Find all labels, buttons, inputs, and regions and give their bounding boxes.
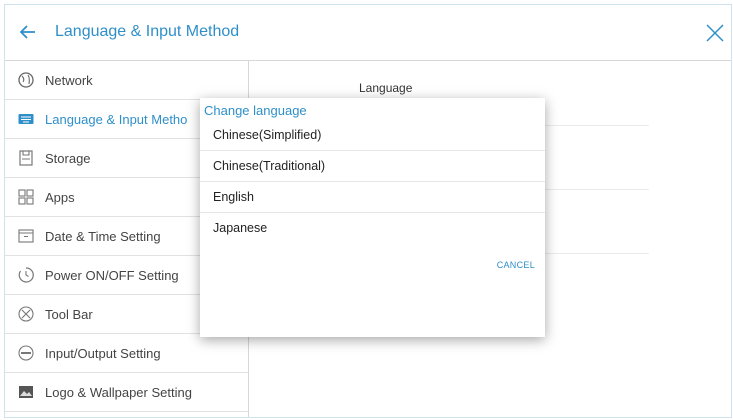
- sidebar-item-logo-wallpaper[interactable]: Logo & Wallpaper Setting: [5, 373, 248, 412]
- page-title: Language & Input Method: [55, 23, 240, 40]
- language-option-chinese-traditional[interactable]: Chinese(Traditional): [200, 151, 545, 182]
- sidebar-item-label: Language & Input Metho: [45, 112, 188, 127]
- apps-grid-icon: [18, 189, 34, 205]
- power-timer-icon: [18, 267, 34, 283]
- language-option-chinese-simplified[interactable]: Chinese(Simplified): [200, 120, 545, 151]
- dialog-title: Change language: [204, 103, 307, 118]
- storage-icon: [19, 150, 33, 166]
- option-label: Chinese(Simplified): [213, 128, 322, 142]
- language-option-japanese[interactable]: Japanese: [200, 213, 545, 244]
- back-arrow-icon[interactable]: [17, 21, 39, 43]
- sidebar-item-label: Tool Bar: [45, 307, 93, 322]
- image-icon: [19, 386, 33, 398]
- sidebar-item-label: Apps: [45, 190, 75, 205]
- toolbar-icon: [18, 306, 34, 322]
- close-icon[interactable]: [703, 21, 727, 45]
- change-language-dialog: Change language Chinese(Simplified) Chin…: [200, 98, 545, 337]
- option-label: English: [213, 190, 254, 204]
- calendar-icon: [18, 229, 34, 243]
- sidebar-item-label: Logo & Wallpaper Setting: [45, 385, 192, 400]
- sidebar-item-network[interactable]: Network: [5, 61, 248, 100]
- header-bar: Language & Input Method: [5, 5, 731, 61]
- keyboard-icon: [18, 114, 34, 124]
- input-output-icon: [18, 345, 34, 361]
- sidebar-item-label: Power ON/OFF Setting: [45, 268, 179, 283]
- sidebar-item-label: Network: [45, 73, 93, 88]
- sidebar-item-input-output[interactable]: Input/Output Setting: [5, 334, 248, 373]
- sidebar-item-label: Date & Time Setting: [45, 229, 161, 244]
- option-label: Japanese: [213, 221, 268, 235]
- sidebar-item-label: Input/Output Setting: [45, 346, 161, 361]
- option-label: Chinese(Traditional): [213, 159, 326, 173]
- globe-icon: [18, 72, 34, 88]
- language-option-english[interactable]: English: [200, 182, 545, 213]
- sidebar-item-label: Storage: [45, 151, 91, 166]
- cancel-button[interactable]: CANCEL: [497, 260, 535, 270]
- language-setting-label: Language: [359, 81, 413, 95]
